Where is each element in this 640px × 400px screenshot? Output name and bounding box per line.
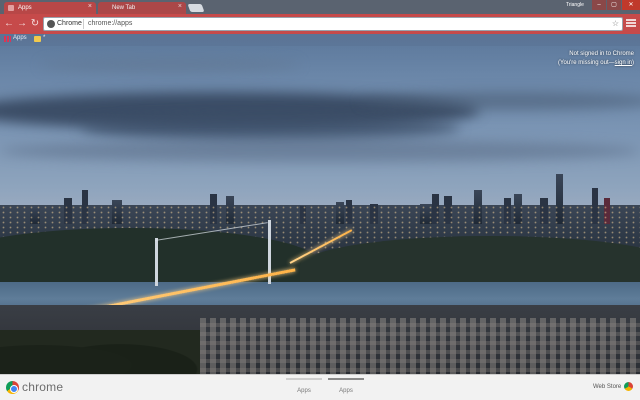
- signin-notice: Not signed in to Chrome (You're missing …: [558, 50, 634, 68]
- forward-button[interactable]: →: [16, 18, 28, 30]
- chrome-logo-icon: [6, 381, 19, 394]
- page-switcher-apps[interactable]: Apps: [286, 378, 322, 396]
- tab-label: Apps: [18, 5, 32, 11]
- address-bar[interactable]: Chrome chrome://apps ☆: [43, 17, 623, 31]
- page-label: Apps: [297, 388, 311, 394]
- close-icon[interactable]: ×: [178, 3, 182, 10]
- page-label: Apps: [339, 388, 353, 394]
- signin-link[interactable]: sign in: [615, 60, 632, 66]
- url-text[interactable]: chrome://apps: [88, 18, 132, 30]
- back-button[interactable]: ←: [3, 18, 15, 30]
- page-switcher-apps-active[interactable]: Apps: [328, 378, 364, 396]
- trees: [0, 330, 200, 374]
- cloud: [80, 115, 460, 141]
- separator: [83, 19, 84, 29]
- tab-apps[interactable]: Apps ×: [4, 2, 96, 14]
- cloud: [0, 140, 640, 162]
- bookmark-label: *: [43, 35, 46, 41]
- profile-name-button[interactable]: Triangle: [566, 2, 584, 8]
- tab-favicon-icon: [8, 5, 14, 11]
- bottom-bar: chrome Apps Apps Web Store: [0, 374, 640, 400]
- signin-line2: (You're missing out—sign in): [558, 60, 634, 66]
- web-store-icon[interactable]: [624, 382, 633, 391]
- origin-chip: Chrome: [57, 20, 82, 27]
- bookmark-apps[interactable]: Apps: [4, 35, 27, 42]
- close-window-button[interactable]: ✕: [622, 0, 640, 10]
- cloud: [360, 92, 640, 110]
- folder-icon: [34, 36, 41, 42]
- background-wallpaper: [0, 0, 640, 374]
- maximize-button[interactable]: ▢: [607, 0, 621, 10]
- close-icon[interactable]: ×: [88, 3, 92, 10]
- bridge-tower: [155, 238, 158, 286]
- bookmark-star-icon[interactable]: ☆: [612, 18, 619, 30]
- web-store-link[interactable]: Web Store: [593, 384, 621, 390]
- page-indicator-bar: [328, 378, 364, 380]
- bookmark-label: Apps: [13, 35, 27, 41]
- reload-button[interactable]: ↻: [29, 18, 41, 30]
- bookmarks-bar: [0, 34, 640, 46]
- signin-line1: Not signed in to Chrome: [569, 51, 634, 57]
- tab-label: New Tab: [112, 5, 136, 11]
- new-tab-button[interactable]: [187, 4, 205, 12]
- houses: [200, 318, 640, 374]
- chrome-page-icon: [47, 20, 55, 28]
- minimize-button[interactable]: –: [592, 0, 606, 10]
- page-indicator-bar: [286, 378, 322, 380]
- brand-wordmark: chrome: [22, 380, 64, 394]
- cloud: [40, 58, 300, 72]
- bookmark-folder[interactable]: *: [34, 35, 46, 42]
- menu-button[interactable]: [626, 18, 636, 30]
- tab-new-tab[interactable]: New Tab ×: [98, 2, 186, 14]
- apps-grid-icon: [4, 36, 11, 42]
- title-bar: [0, 0, 640, 14]
